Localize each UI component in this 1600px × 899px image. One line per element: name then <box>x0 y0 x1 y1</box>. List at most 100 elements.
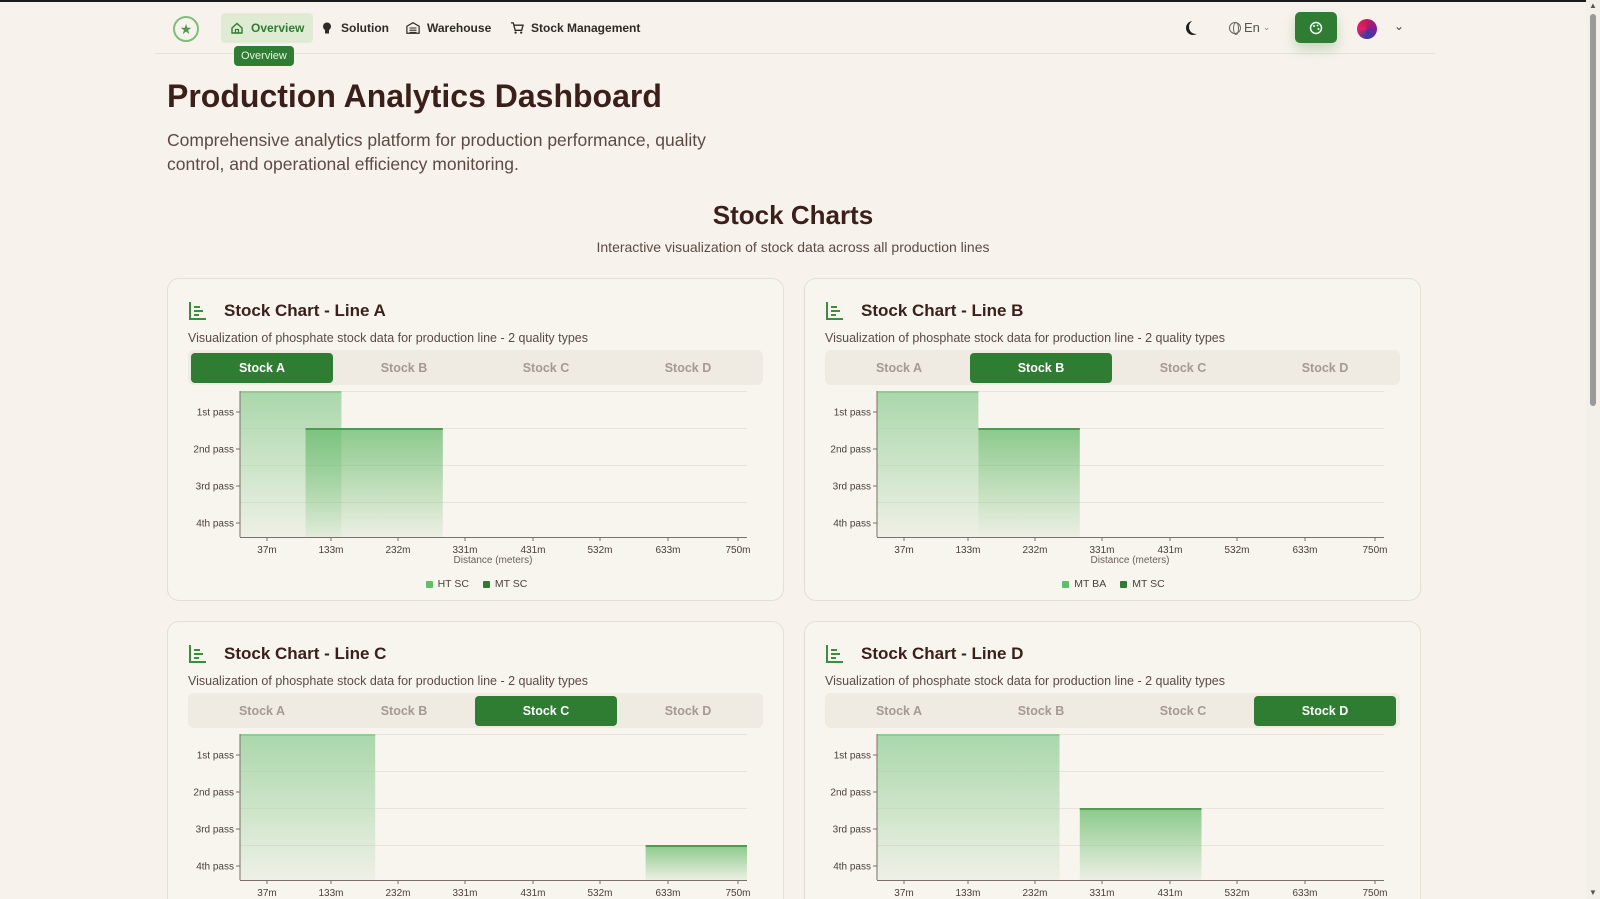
y-tick-label: 3rd pass <box>833 482 871 493</box>
tab-stock-b[interactable]: Stock B <box>970 696 1112 726</box>
x-tick-label: 232m <box>1022 888 1047 899</box>
legend-swatch <box>1062 580 1070 588</box>
x-tick-label: 750m <box>1362 545 1387 556</box>
stock-tabs: Stock A Stock B Stock C Stock D <box>825 350 1400 385</box>
x-tick-label: 37m <box>257 545 276 556</box>
tab-stock-a[interactable]: Stock A <box>828 353 970 383</box>
legend-item[interactable]: MT SC <box>1120 578 1165 590</box>
x-tick-label: 37m <box>894 888 913 899</box>
chart-plot: 1st pass 2nd pass 3rd pass 4th pass 37m 133m 2… <box>193 734 751 899</box>
tab-stock-c[interactable]: Stock C <box>1112 696 1254 726</box>
chevron-down-icon[interactable]: ⌄ <box>1394 19 1404 33</box>
x-tick-label: 331m <box>452 888 477 899</box>
tab-stock-b[interactable]: Stock B <box>333 353 475 383</box>
stock-chart-card-line-c: Stock Chart - Line C Visualization of ph… <box>167 621 784 899</box>
stock-tabs: Stock A Stock B Stock C Stock D <box>188 693 763 728</box>
y-tick-label: 1st pass <box>197 408 234 419</box>
tab-stock-c[interactable]: Stock C <box>475 696 617 726</box>
bar <box>877 391 979 537</box>
x-tick-label: 532m <box>1224 545 1249 556</box>
legend-label: HT SC <box>437 578 469 590</box>
nav-item-label: Solution <box>341 21 389 35</box>
card-description: Visualization of phosphate stock data fo… <box>188 331 589 345</box>
card-title: Stock Chart - Line B <box>861 301 1024 320</box>
y-tick-label: 3rd pass <box>833 825 871 836</box>
tab-stock-d[interactable]: Stock D <box>617 353 759 383</box>
x-tick-label: 532m <box>1224 888 1249 899</box>
tab-stock-a[interactable]: Stock A <box>191 696 333 726</box>
card-header: Stock Chart - Line B <box>825 301 1023 321</box>
legend-swatch <box>425 580 433 588</box>
y-tick-label: 3rd pass <box>196 482 234 493</box>
nav-item-solution[interactable]: Solution <box>311 13 398 43</box>
x-tick-label: 133m <box>318 888 343 899</box>
card-header: Stock Chart - Line C <box>188 644 386 664</box>
card-description: Visualization of phosphate stock data fo… <box>825 674 1226 688</box>
scroll-down-arrow-icon[interactable]: ▼ <box>1589 889 1597 897</box>
logo-icon[interactable]: ★ <box>173 16 199 42</box>
chart-legend: MT BA MT SC <box>805 578 1420 590</box>
nav-item-stock-management[interactable]: Stock Management <box>501 13 649 43</box>
tab-stock-d[interactable]: Stock D <box>617 696 759 726</box>
legend-label: MT SC <box>494 578 528 590</box>
card-title: Stock Chart - Line A <box>224 301 386 320</box>
tab-stock-b[interactable]: Stock B <box>333 696 475 726</box>
avatar[interactable] <box>1357 19 1377 39</box>
tab-stock-c[interactable]: Stock C <box>1112 353 1254 383</box>
stock-tabs: Stock A Stock B Stock C Stock D <box>188 350 763 385</box>
tab-stock-a[interactable]: Stock A <box>828 696 970 726</box>
scroll-up-arrow-icon[interactable]: ▲ <box>1589 2 1597 10</box>
tab-stock-c[interactable]: Stock C <box>475 353 617 383</box>
x-tick-label: 331m <box>1089 888 1114 899</box>
language-selector[interactable]: En ⌄ <box>1229 20 1270 35</box>
x-tick-label: 750m <box>1362 888 1387 899</box>
y-tick-label: 3rd pass <box>196 825 234 836</box>
bar-chart-icon <box>188 645 206 663</box>
legend-swatch <box>1120 580 1128 588</box>
legend-label: MT SC <box>1132 578 1165 590</box>
x-tick-label: 633m <box>1292 545 1317 556</box>
x-tick-label: 431m <box>520 888 545 899</box>
theme-palette-button[interactable] <box>1295 12 1337 43</box>
warehouse-icon <box>406 21 420 35</box>
y-tick-label: 4th pass <box>196 862 234 873</box>
page-title: Production Analytics Dashboard <box>167 78 662 114</box>
legend-item[interactable]: MT BA <box>1062 578 1106 590</box>
card-description: Visualization of phosphate stock data fo… <box>825 331 1226 345</box>
tab-stock-a[interactable]: Stock A <box>191 353 333 383</box>
stock-chart-card-line-a: Stock Chart - Line A Visualization of ph… <box>167 278 784 601</box>
section-title: Stock Charts <box>712 200 874 230</box>
bar-chart-icon <box>188 302 206 320</box>
x-tick-label: 232m <box>385 545 410 556</box>
legend-item[interactable]: MT SC <box>482 578 528 590</box>
y-tick-label: 2nd pass <box>830 788 871 799</box>
card-title: Stock Chart - Line C <box>224 644 387 663</box>
tab-stock-d[interactable]: Stock D <box>1254 353 1396 383</box>
x-tick-label: 633m <box>1292 888 1317 899</box>
overview-tooltip: Overview <box>234 46 294 66</box>
cart-icon <box>510 21 524 35</box>
x-tick-label: 633m <box>655 888 680 899</box>
y-tick-label: 1st pass <box>834 751 871 762</box>
nav-item-warehouse[interactable]: Warehouse <box>397 13 500 43</box>
y-tick-label: 1st pass <box>834 408 871 419</box>
tab-stock-d[interactable]: Stock D <box>1254 696 1396 726</box>
bar <box>645 845 747 880</box>
legend-item[interactable]: HT SC <box>425 578 469 590</box>
chart-plot: 1st pass 2nd pass 3rd pass 4th pass 37m 133m 2… <box>830 734 1388 899</box>
lightbulb-icon <box>320 21 334 35</box>
tab-stock-b[interactable]: Stock B <box>970 353 1112 383</box>
x-tick-label: 232m <box>1022 545 1047 556</box>
x-axis-title: Distance (meters) <box>1091 555 1170 566</box>
nav-item-overview[interactable]: Overview <box>221 13 314 43</box>
vertical-scrollbar[interactable]: ▲ ▼ <box>1586 0 1600 899</box>
page-description: Comprehensive analytics platform for pro… <box>167 130 706 174</box>
bar <box>877 734 1060 880</box>
globe-icon <box>1229 21 1241 35</box>
scrollbar-thumb[interactable] <box>1590 14 1596 406</box>
chart-plot: 1st pass 2nd pass 3rd pass 4th pass 37m 133m 2… <box>193 391 751 566</box>
x-tick-label: 431m <box>1157 888 1182 899</box>
dark-mode-toggle-icon[interactable] <box>1189 20 1203 34</box>
x-tick-label: 532m <box>587 545 612 556</box>
card-description: Visualization of phosphate stock data fo… <box>188 674 589 688</box>
